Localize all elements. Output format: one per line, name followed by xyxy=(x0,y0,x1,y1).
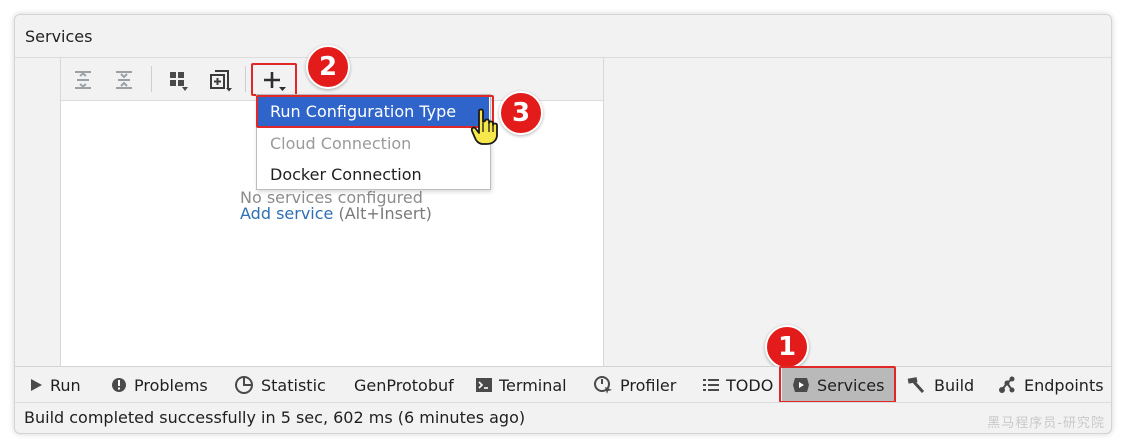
expand-all-icon xyxy=(72,69,94,91)
title-bar: Services xyxy=(15,15,1111,58)
tab-profiler[interactable]: Profiler xyxy=(593,367,676,403)
list-icon xyxy=(703,378,719,392)
collapse-all-button[interactable] xyxy=(109,65,139,95)
tool-window-bar: Run Problems Statistic GenProtobuf Termi… xyxy=(14,366,1112,403)
services-tab-highlight xyxy=(779,366,896,403)
status-message: Build completed successfully in 5 sec, 6… xyxy=(24,408,526,427)
hammer-icon xyxy=(907,376,927,394)
tab-build[interactable]: Build xyxy=(907,367,974,403)
add-service-link[interactable]: Add service xyxy=(240,204,333,223)
group-by-button[interactable] xyxy=(164,65,194,95)
toolbar-separator xyxy=(245,66,246,92)
pie-chart-icon xyxy=(234,375,254,395)
group-by-icon xyxy=(167,68,191,92)
add-button-highlight xyxy=(251,63,297,96)
left-strip xyxy=(15,58,61,367)
add-service-line: Add service (Alt+Insert) xyxy=(240,204,432,223)
collapse-all-icon xyxy=(113,69,135,91)
tab-statistic[interactable]: Statistic xyxy=(234,367,326,403)
tab-label: Problems xyxy=(134,375,208,395)
tab-label: GenProtobuf xyxy=(354,375,454,395)
tab-genprotobuf[interactable]: GenProtobuf xyxy=(354,367,454,403)
expand-all-button[interactable] xyxy=(68,65,98,95)
toolbar-separator xyxy=(151,66,152,92)
status-bar: Build completed successfully in 5 sec, 6… xyxy=(14,402,1112,434)
watermark: 黑马程序员-研究院 xyxy=(987,416,1105,431)
tab-terminal[interactable]: Terminal xyxy=(476,367,567,403)
info-icon xyxy=(111,377,127,393)
endpoints-icon xyxy=(997,375,1017,395)
new-tab-icon xyxy=(208,68,234,92)
add-service-shortcut: (Alt+Insert) xyxy=(338,204,432,223)
profiler-icon xyxy=(593,375,613,395)
tab-todo[interactable]: TODO xyxy=(703,367,773,403)
terminal-icon xyxy=(476,377,492,393)
tab-label: Build xyxy=(934,375,975,395)
new-tab-button[interactable] xyxy=(206,65,236,95)
service-details-panel xyxy=(605,58,1111,367)
window-title: Services xyxy=(25,27,93,46)
tab-label: Endpoints xyxy=(1024,375,1104,395)
step-badge-2: 2 xyxy=(306,45,350,89)
tab-label: Terminal xyxy=(499,375,567,395)
popup-item-docker-connection[interactable]: Docker Connection xyxy=(258,159,489,190)
tab-label: Statistic xyxy=(261,375,326,395)
play-icon xyxy=(29,378,43,392)
step-badge-1: 1 xyxy=(765,325,809,369)
tab-problems[interactable]: Problems xyxy=(111,367,208,403)
tab-label: Run xyxy=(50,375,81,395)
hand-cursor-icon xyxy=(470,108,500,146)
popup-item-cloud-connection[interactable]: Cloud Connection xyxy=(258,128,489,159)
tab-run[interactable]: Run xyxy=(29,367,81,403)
popup-selection-highlight xyxy=(256,95,494,128)
tab-label: TODO xyxy=(726,375,774,395)
step-badge-3: 3 xyxy=(499,91,543,135)
tab-endpoints[interactable]: Endpoints xyxy=(997,367,1104,403)
tab-label: Profiler xyxy=(620,375,677,395)
